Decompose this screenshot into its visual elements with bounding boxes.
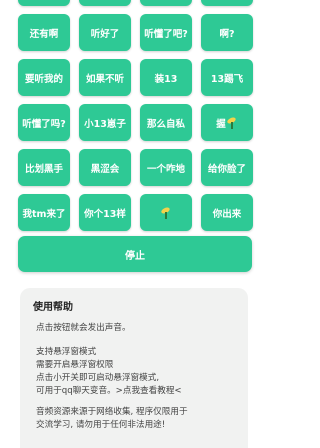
sound-button-label: 13踢飞 [210, 73, 244, 85]
help-text-line: 点击按钮就会发出声音。 [36, 323, 131, 333]
tutorial-link[interactable]: 可用于qq聊天变音。>点我查看教程< [36, 384, 182, 396]
stop-button-label: 停止 [125, 250, 145, 262]
sound-button-label: 装13 [154, 73, 178, 85]
sound-button-heisehui[interactable]: 黑涩会 [79, 149, 131, 186]
sound-button-grid: 还有啊 听好了 听懂了吧? 啊? 要听我的 如果不听 装13 13踢飞 听懂了吗… [18, 0, 253, 231]
sound-button-partial-3[interactable] [140, 0, 192, 6]
sound-button-partial-4[interactable] [201, 0, 253, 6]
help-text-line: 支持悬浮窗模式 [36, 347, 97, 357]
sound-button-label: 如果不听 [85, 73, 124, 85]
sound-button-tingdongleba[interactable]: 听懂了吧? [140, 14, 192, 51]
sound-button-label: 小13崽子 [84, 118, 126, 130]
sound-button-xiao13zaizi[interactable]: 小13崽子 [79, 104, 131, 141]
sound-button-tinghaole[interactable]: 听好了 [79, 14, 131, 51]
sound-button-tingdonglema[interactable]: 听懂了吗? [18, 104, 70, 141]
sound-button-label: 握 [216, 118, 226, 130]
sound-button-zhuang13[interactable]: 装13 [140, 59, 192, 96]
sound-button-partial-2[interactable] [79, 0, 131, 6]
sound-button-label: 给你脸了 [207, 163, 246, 175]
sound-button-label: 你个13样 [84, 208, 126, 220]
sound-button-partial-1[interactable] [18, 0, 70, 6]
sound-button-yigezadi[interactable]: 一个咋地 [140, 149, 192, 186]
sound-button-nichulai[interactable]: 你出来 [201, 194, 253, 231]
sound-button-bihuaheishou[interactable]: 比划黑手 [18, 149, 70, 186]
sound-button-nige13yang[interactable]: 你个13样 [79, 194, 131, 231]
sound-button-ruguobuting[interactable]: 如果不听 [79, 59, 131, 96]
sound-button-haiyoua[interactable]: 还有啊 [18, 14, 70, 51]
sound-button-a[interactable]: 啊? [201, 14, 253, 51]
leaf-icon [226, 117, 238, 129]
sound-button-label: 比划黑手 [24, 163, 63, 175]
sound-button-wotmlaile[interactable]: 我tm来了 [18, 194, 70, 231]
sound-button-wo[interactable]: 握 [201, 104, 253, 141]
sound-button-geinilianle[interactable]: 给你脸了 [201, 149, 253, 186]
sound-button-label: 听懂了吧? [144, 28, 188, 40]
sound-button-label: 要听我的 [24, 73, 63, 85]
help-card: 使用帮助 点击按钮就会发出声音。 支持悬浮窗模式 需要开启悬浮窗权限 点击小开关… [20, 288, 248, 448]
help-text-line: 音频资源来源于网络收集, 程序仅限用于 [36, 407, 188, 417]
sound-button-label: 我tm来了 [22, 208, 66, 220]
help-text-line: 需要开启悬浮窗权限 [36, 360, 114, 370]
help-text-line: 交流学习, 请勿用于任何非法用途! [36, 420, 166, 430]
sound-button-label: 一个咋地 [146, 163, 185, 175]
sound-button-label: 听好了 [90, 28, 120, 40]
sound-button-label: 还有啊 [29, 28, 59, 40]
leaf-icon [160, 207, 172, 219]
soundboard-screen: 还有啊 听好了 听懂了吧? 啊? 要听我的 如果不听 装13 13踢飞 听懂了吗… [0, 0, 270, 448]
sound-button-yaotingwode[interactable]: 要听我的 [18, 59, 70, 96]
sound-button-label: 听懂了吗? [22, 118, 66, 130]
sound-button-label: 那么自私 [146, 118, 185, 130]
stop-button[interactable]: 停止 [18, 236, 252, 272]
sound-button-13tifei[interactable]: 13踢飞 [201, 59, 253, 96]
sound-button-label: 黑涩会 [90, 163, 120, 175]
sound-button-leaf[interactable] [140, 194, 192, 231]
help-title: 使用帮助 [33, 302, 73, 313]
sound-button-label: 你出来 [212, 208, 242, 220]
sound-button-label: 啊? [219, 28, 235, 40]
sound-button-namezisi[interactable]: 那么自私 [140, 104, 192, 141]
help-text-line: 点击小开关即可启动悬浮窗模式, [36, 373, 160, 383]
